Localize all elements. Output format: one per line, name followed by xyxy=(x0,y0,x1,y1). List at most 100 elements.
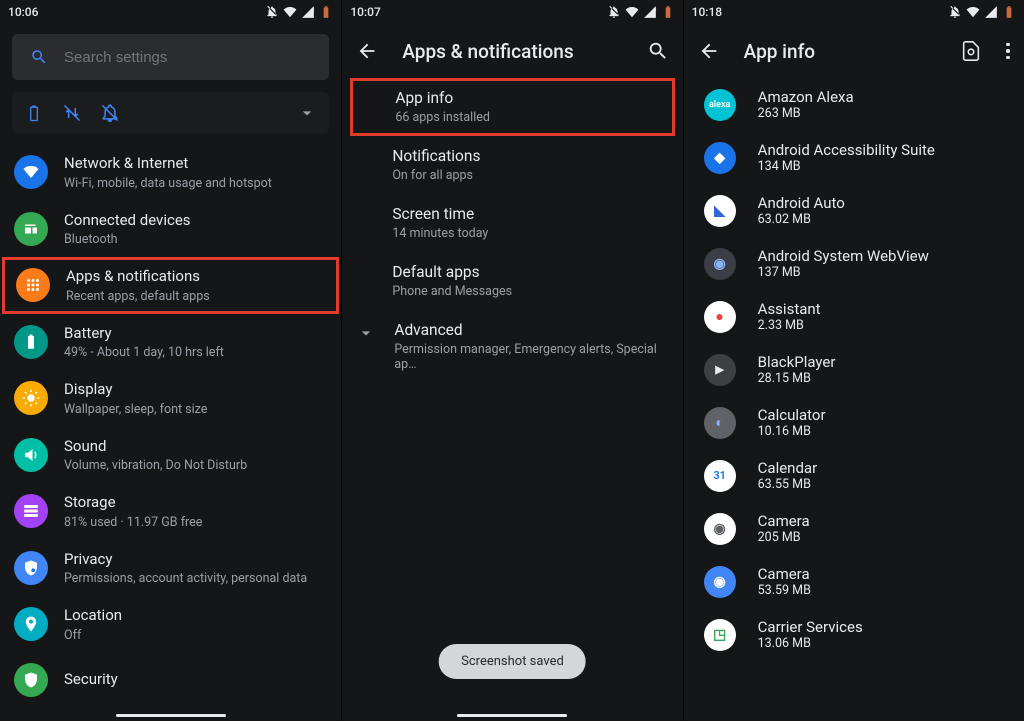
app-name: Carrier Services xyxy=(758,618,863,636)
app-icon: ▶ xyxy=(704,354,736,386)
status-icons xyxy=(607,5,675,19)
app-size: 2.33 MB xyxy=(758,318,821,333)
app-row[interactable]: ◉ Android System WebView137 MB xyxy=(684,237,1024,290)
settings-row-apps[interactable]: Apps & notificationsRecent apps, default… xyxy=(2,257,339,314)
entry-title: App info xyxy=(395,89,654,107)
row-title: Apps & notifications xyxy=(66,267,323,287)
status-icons xyxy=(948,5,1016,19)
app-row[interactable]: 31Calendar63.55 MB xyxy=(684,449,1024,502)
status-bar: 10:18 xyxy=(684,0,1024,24)
settings-row-location[interactable]: LocationOff xyxy=(0,596,341,653)
entry-0[interactable]: App info 66 apps installed xyxy=(350,78,674,136)
privacy-icon xyxy=(14,551,48,585)
display-icon xyxy=(14,381,48,415)
wifi-icon xyxy=(14,155,48,189)
app-size: 137 MB xyxy=(758,265,929,280)
dnd-off-icon xyxy=(265,5,279,19)
entry-4[interactable]: Advanced Permission manager, Emergency al… xyxy=(342,310,682,383)
row-subtitle: Wallpaper, sleep, font size xyxy=(64,402,325,417)
overflow-menu-icon[interactable] xyxy=(1006,43,1010,60)
back-icon[interactable] xyxy=(698,40,720,62)
entry-3[interactable]: Default appsPhone and Messages xyxy=(342,252,682,310)
status-bar: 10:06 xyxy=(0,0,341,24)
settings-list: Network & InternetWi-Fi, mobile, data us… xyxy=(0,144,341,707)
entry-subtitle: 66 apps installed xyxy=(395,110,654,125)
entry-1[interactable]: Notifications On for all apps xyxy=(342,136,682,194)
app-row[interactable]: ◉Camera205 MB xyxy=(684,502,1024,555)
settings-row-devices[interactable]: Connected devicesBluetooth xyxy=(0,201,341,258)
entry-title: Advanced xyxy=(394,321,662,339)
settings-row-display[interactable]: DisplayWallpaper, sleep, font size xyxy=(0,370,341,427)
clock: 10:07 xyxy=(350,5,380,19)
app-size: 63.02 MB xyxy=(758,212,845,227)
app-row[interactable]: ●Assistant2.33 MB xyxy=(684,290,1024,343)
quick-toggles[interactable] xyxy=(12,92,329,134)
settings-row-privacy[interactable]: PrivacyPermissions, account activity, pe… xyxy=(0,540,341,597)
search-icon[interactable] xyxy=(647,40,669,62)
app-name: Android Accessibility Suite xyxy=(758,141,935,159)
app-icon: ◳ xyxy=(704,619,736,651)
nav-handle[interactable] xyxy=(457,714,567,717)
app-row[interactable]: ◣Android Auto63.02 MB xyxy=(684,184,1024,237)
app-row[interactable]: ◐Calculator10.16 MB xyxy=(684,396,1024,449)
find-in-page-icon[interactable] xyxy=(960,40,982,62)
entry-title: Notifications xyxy=(392,147,662,165)
location-icon xyxy=(14,607,48,641)
nav-handle[interactable] xyxy=(116,714,226,717)
settings-row-sound[interactable]: SoundVolume, vibration, Do Not Disturb xyxy=(0,427,341,484)
header: App info xyxy=(684,24,1024,78)
app-size: 53.59 MB xyxy=(758,583,811,598)
app-row[interactable]: ◉ Camera53.59 MB xyxy=(684,555,1024,608)
data-off-icon[interactable] xyxy=(62,103,82,123)
sound-icon xyxy=(14,438,48,472)
dnd-off-icon xyxy=(607,5,621,19)
settings-row-security[interactable]: Security xyxy=(0,653,341,707)
entry-subtitle: Permission manager, Emergency alerts, Sp… xyxy=(394,342,662,372)
dnd-off-icon xyxy=(948,5,962,19)
app-size: 263 MB xyxy=(758,106,854,121)
entry-subtitle: On for all apps xyxy=(392,168,662,183)
app-row[interactable]: alexaAmazon Alexa263 MB xyxy=(684,78,1024,131)
clock: 10:06 xyxy=(8,5,38,19)
entry-subtitle: 14 minutes today xyxy=(392,226,662,241)
app-icon: ◉ xyxy=(704,566,736,598)
app-icon: ◉ xyxy=(704,513,736,545)
settings-row-wifi[interactable]: Network & InternetWi-Fi, mobile, data us… xyxy=(0,144,341,201)
header: Apps & notifications xyxy=(342,24,682,78)
app-name: Calendar xyxy=(758,459,818,477)
row-subtitle: Bluetooth xyxy=(64,232,325,247)
wifi-icon xyxy=(283,5,297,19)
signal-icon xyxy=(301,5,315,19)
app-name: Camera xyxy=(758,512,810,530)
search-input[interactable] xyxy=(64,49,311,66)
battery-toggle-icon[interactable] xyxy=(24,103,44,123)
chevron-down-icon[interactable] xyxy=(297,103,317,123)
search-settings[interactable] xyxy=(12,34,329,80)
search-icon xyxy=(30,48,48,66)
clock: 10:18 xyxy=(692,5,722,19)
page-title: App info xyxy=(744,40,937,63)
dnd-toggle-icon[interactable] xyxy=(100,103,120,123)
app-name: Camera xyxy=(758,565,811,583)
row-title: Privacy xyxy=(64,550,325,570)
settings-row-storage[interactable]: Storage81% used · 11.97 GB free xyxy=(0,483,341,540)
app-icon: ◣ xyxy=(704,195,736,227)
entry-title: Default apps xyxy=(392,263,662,281)
back-icon[interactable] xyxy=(356,40,378,62)
status-bar: 10:07 xyxy=(342,0,682,24)
app-size: 63.55 MB xyxy=(758,477,818,492)
settings-row-battery[interactable]: Battery49% - About 1 day, 10 hrs left xyxy=(0,314,341,371)
app-name: Android System WebView xyxy=(758,247,929,265)
app-row[interactable]: ◆Android Accessibility Suite134 MB xyxy=(684,131,1024,184)
toast: Screenshot saved xyxy=(439,644,586,679)
row-title: Connected devices xyxy=(64,211,325,231)
app-icon: ◉ xyxy=(704,248,736,280)
app-row[interactable]: ▶BlackPlayer28.15 MB xyxy=(684,343,1024,396)
app-icon: alexa xyxy=(704,89,736,121)
battery-icon xyxy=(319,5,333,19)
app-row[interactable]: ◳Carrier Services13.06 MB xyxy=(684,608,1024,661)
entry-2[interactable]: Screen time14 minutes today xyxy=(342,194,682,252)
app-size: 10.16 MB xyxy=(758,424,826,439)
row-subtitle: 81% used · 11.97 GB free xyxy=(64,515,325,530)
battery-icon xyxy=(14,325,48,359)
